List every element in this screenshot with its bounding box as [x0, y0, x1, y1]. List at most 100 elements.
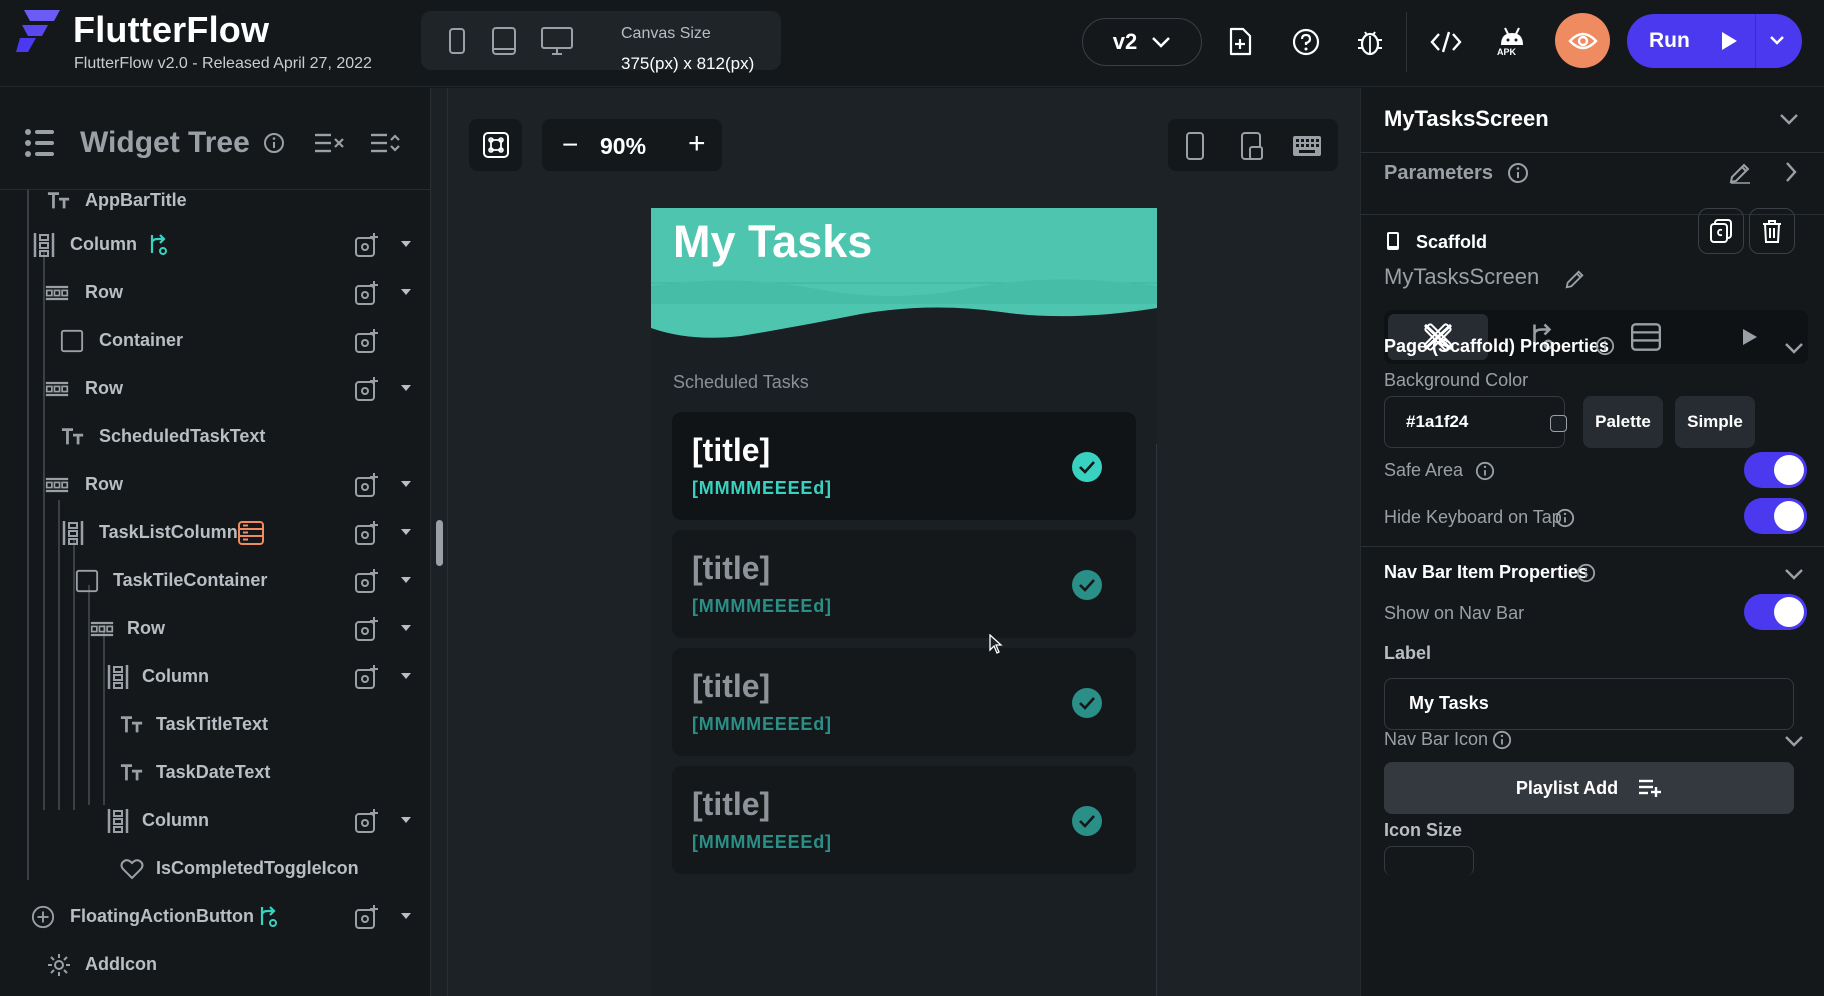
parameters-label[interactable]: Parameters [1384, 162, 1493, 185]
tree-node-column[interactable]: Column [0, 222, 430, 266]
help-icon[interactable] [1286, 20, 1326, 64]
tree-node-taskdatetext[interactable]: TaskDateText [0, 750, 430, 794]
tree-node-iscompletedtoggleicon[interactable]: IsCompletedToggleIcon [0, 846, 430, 890]
icon-size-input[interactable] [1384, 846, 1474, 876]
expand-caret-icon[interactable] [401, 481, 411, 487]
tree-node-floatingactionbutton[interactable]: FloatingActionButton [0, 894, 430, 938]
preview-button[interactable] [1555, 13, 1610, 68]
add-child-widget-icon[interactable] [354, 904, 380, 935]
add-child-widget-icon[interactable] [354, 280, 380, 311]
collapse-all-icon[interactable] [313, 131, 345, 155]
simple-button[interactable]: Simple [1675, 396, 1755, 448]
hide-keyboard-toggle[interactable] [1744, 498, 1807, 534]
phone-landscape-icon[interactable] [1240, 131, 1264, 161]
tree-node-row[interactable]: Row [0, 270, 430, 314]
background-color-field[interactable]: #1a1f24 [1384, 396, 1567, 448]
add-child-widget-icon[interactable] [354, 664, 380, 695]
add-child-widget-icon[interactable] [354, 520, 380, 551]
add-child-widget-icon[interactable] [354, 568, 380, 599]
chevron-down-icon[interactable] [1784, 734, 1804, 748]
edit-pencil-icon[interactable] [1728, 161, 1752, 185]
check-circle-icon[interactable] [1072, 452, 1102, 482]
tree-node-tasklistcolumn[interactable]: TaskListColumn [0, 510, 430, 554]
phone-icon[interactable] [1184, 131, 1206, 161]
info-icon[interactable] [1475, 461, 1495, 481]
add-child-widget-icon[interactable] [354, 616, 380, 647]
expand-caret-icon[interactable] [401, 529, 411, 535]
tree-node-addicon[interactable]: AddIcon [0, 942, 430, 986]
nav-bar-section[interactable]: Nav Bar Item Properties [1384, 562, 1588, 583]
check-circle-icon[interactable] [1072, 806, 1102, 836]
info-icon[interactable] [1555, 508, 1575, 528]
info-icon[interactable] [263, 132, 285, 154]
edit-pencil-icon[interactable] [1564, 268, 1586, 290]
expand-caret-icon[interactable] [401, 385, 411, 391]
phone-preview[interactable]: My Tasks Scheduled Tasks [title] [MMMMEE… [651, 208, 1157, 996]
copy-widget-button[interactable] [1698, 208, 1744, 254]
zoom-to-fit-button[interactable] [469, 119, 522, 171]
check-circle-icon[interactable] [1072, 570, 1102, 600]
desktop-icon[interactable] [539, 24, 575, 58]
version-dropdown[interactable]: v2 [1082, 18, 1202, 66]
scheduled-tasks-label[interactable]: Scheduled Tasks [673, 372, 809, 393]
scrollbar-thumb[interactable] [436, 520, 443, 566]
info-icon[interactable] [1595, 336, 1615, 356]
page-name[interactable]: MyTasksScreen [1384, 106, 1549, 132]
page-properties-section[interactable]: Page (Scaffold) Properties [1384, 336, 1609, 357]
debug-bug-icon[interactable] [1350, 20, 1390, 64]
check-circle-icon[interactable] [1072, 688, 1102, 718]
nav-icon-picker[interactable]: Playlist Add [1384, 762, 1794, 814]
task-tile[interactable]: [title] [MMMMEEEEd] [672, 412, 1136, 520]
expand-caret-icon[interactable] [401, 289, 411, 295]
expand-caret-icon[interactable] [401, 817, 411, 823]
tree-node-appbartitle[interactable]: AppBarTitle [0, 190, 430, 222]
tree-node-column[interactable]: Column [0, 798, 430, 842]
add-child-widget-icon[interactable] [354, 472, 380, 503]
expand-caret-icon[interactable] [401, 625, 411, 631]
run-button[interactable]: Run [1627, 14, 1802, 68]
expand-caret-icon[interactable] [401, 913, 411, 919]
expand-all-icon[interactable] [369, 131, 401, 155]
task-tile[interactable]: [title] [MMMMEEEEd] [672, 530, 1136, 638]
add-child-widget-icon[interactable] [354, 376, 380, 407]
add-page-icon[interactable] [1220, 20, 1260, 64]
add-child-widget-icon[interactable] [354, 808, 380, 839]
widget-name[interactable]: MyTasksScreen [1384, 264, 1539, 290]
expand-caret-icon[interactable] [401, 673, 411, 679]
expand-caret-icon[interactable] [401, 241, 411, 247]
chevron-down-icon[interactable] [1784, 567, 1804, 581]
tree-node-tasktilecontainer[interactable]: TaskTileContainer [0, 558, 430, 602]
tree-node-row[interactable]: Row [0, 366, 430, 410]
show-nav-toggle[interactable] [1744, 594, 1807, 630]
chevron-down-icon[interactable] [1784, 341, 1804, 355]
safe-area-toggle[interactable] [1744, 452, 1807, 488]
tree-node-tasktitletext[interactable]: TaskTitleText [0, 702, 430, 746]
code-icon[interactable] [1426, 20, 1466, 64]
chevron-down-icon[interactable] [1779, 112, 1799, 126]
add-child-widget-icon[interactable] [354, 232, 380, 263]
tree-node-scheduledtasktext[interactable]: ScheduledTaskText [0, 414, 430, 458]
keyboard-icon[interactable] [1292, 135, 1322, 157]
color-swatch[interactable] [1550, 415, 1567, 432]
zoom-in-button[interactable]: + [688, 127, 706, 161]
tree-node-row[interactable]: Row [0, 462, 430, 506]
info-icon[interactable] [1507, 162, 1529, 184]
task-tile[interactable]: [title] [MMMMEEEEd] [672, 766, 1136, 874]
info-icon[interactable] [1576, 563, 1596, 583]
phone-icon[interactable] [445, 24, 469, 58]
zoom-out-button[interactable]: − [562, 129, 578, 161]
tree-node-container[interactable]: Container [0, 318, 430, 362]
nav-label-input[interactable]: My Tasks [1384, 678, 1794, 730]
tree-node-column[interactable]: Column [0, 654, 430, 698]
delete-widget-button[interactable] [1749, 208, 1795, 254]
app-bar-title[interactable]: My Tasks [673, 216, 872, 268]
expand-caret-icon[interactable] [401, 577, 411, 583]
info-icon[interactable] [1492, 730, 1512, 750]
tablet-icon[interactable] [489, 24, 519, 58]
chevron-right-icon[interactable] [1784, 161, 1798, 183]
chevron-down-icon[interactable] [1767, 30, 1787, 50]
tree-node-row[interactable]: Row [0, 606, 430, 650]
palette-button[interactable]: Palette [1583, 396, 1663, 448]
add-child-widget-icon[interactable] [354, 328, 380, 359]
task-tile[interactable]: [title] [MMMMEEEEd] [672, 648, 1136, 756]
